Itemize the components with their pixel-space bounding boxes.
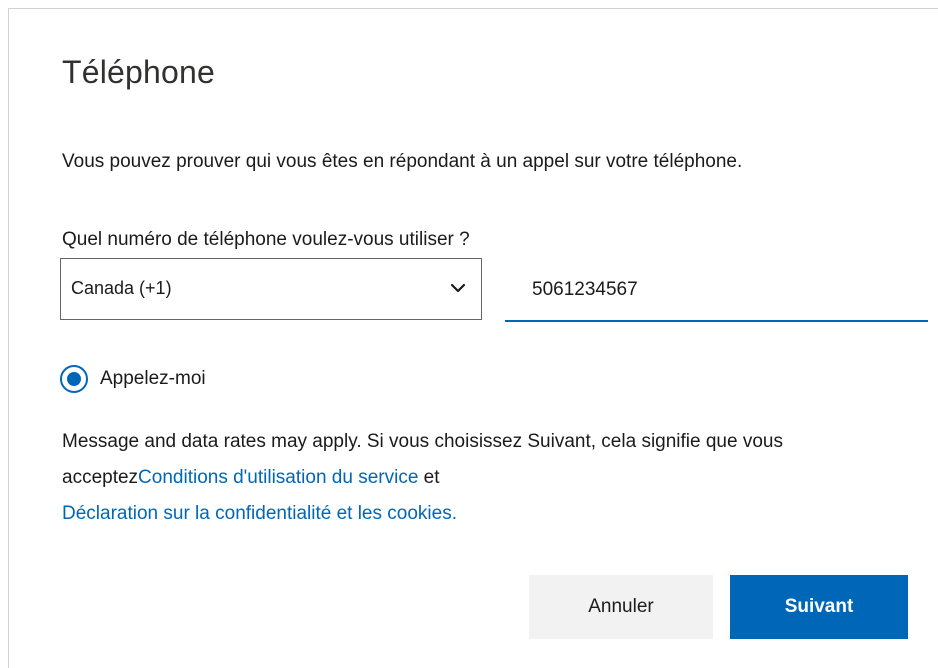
dialog-frame [8,8,938,668]
country-code-value: Canada (+1) [71,278,172,298]
radio-selected-icon[interactable] [60,365,88,393]
terms-of-service-link[interactable]: Conditions d'utilisation du service [138,467,418,488]
privacy-statement-link[interactable]: Déclaration sur la confidentialité et le… [62,503,457,524]
phone-question-label: Quel numéro de téléphone voulez-vous uti… [62,229,470,250]
rates-notice: Message and data rates may apply. Si vou… [62,424,892,532]
radio-dot [67,372,81,386]
chevron-down-icon [450,283,466,293]
next-button[interactable]: Suivant [730,575,908,639]
phone-number-input[interactable] [505,260,928,322]
description-text: Vous pouvez prouver qui vous êtes en rép… [62,151,743,172]
call-me-option[interactable]: Appelez-moi [60,362,206,396]
country-code-select[interactable]: Canada (+1) [60,258,482,320]
cancel-button[interactable]: Annuler [529,575,713,639]
notice-conjunction: et [418,467,440,488]
call-me-label: Appelez-moi [100,368,206,389]
page-title: Téléphone [62,54,216,90]
